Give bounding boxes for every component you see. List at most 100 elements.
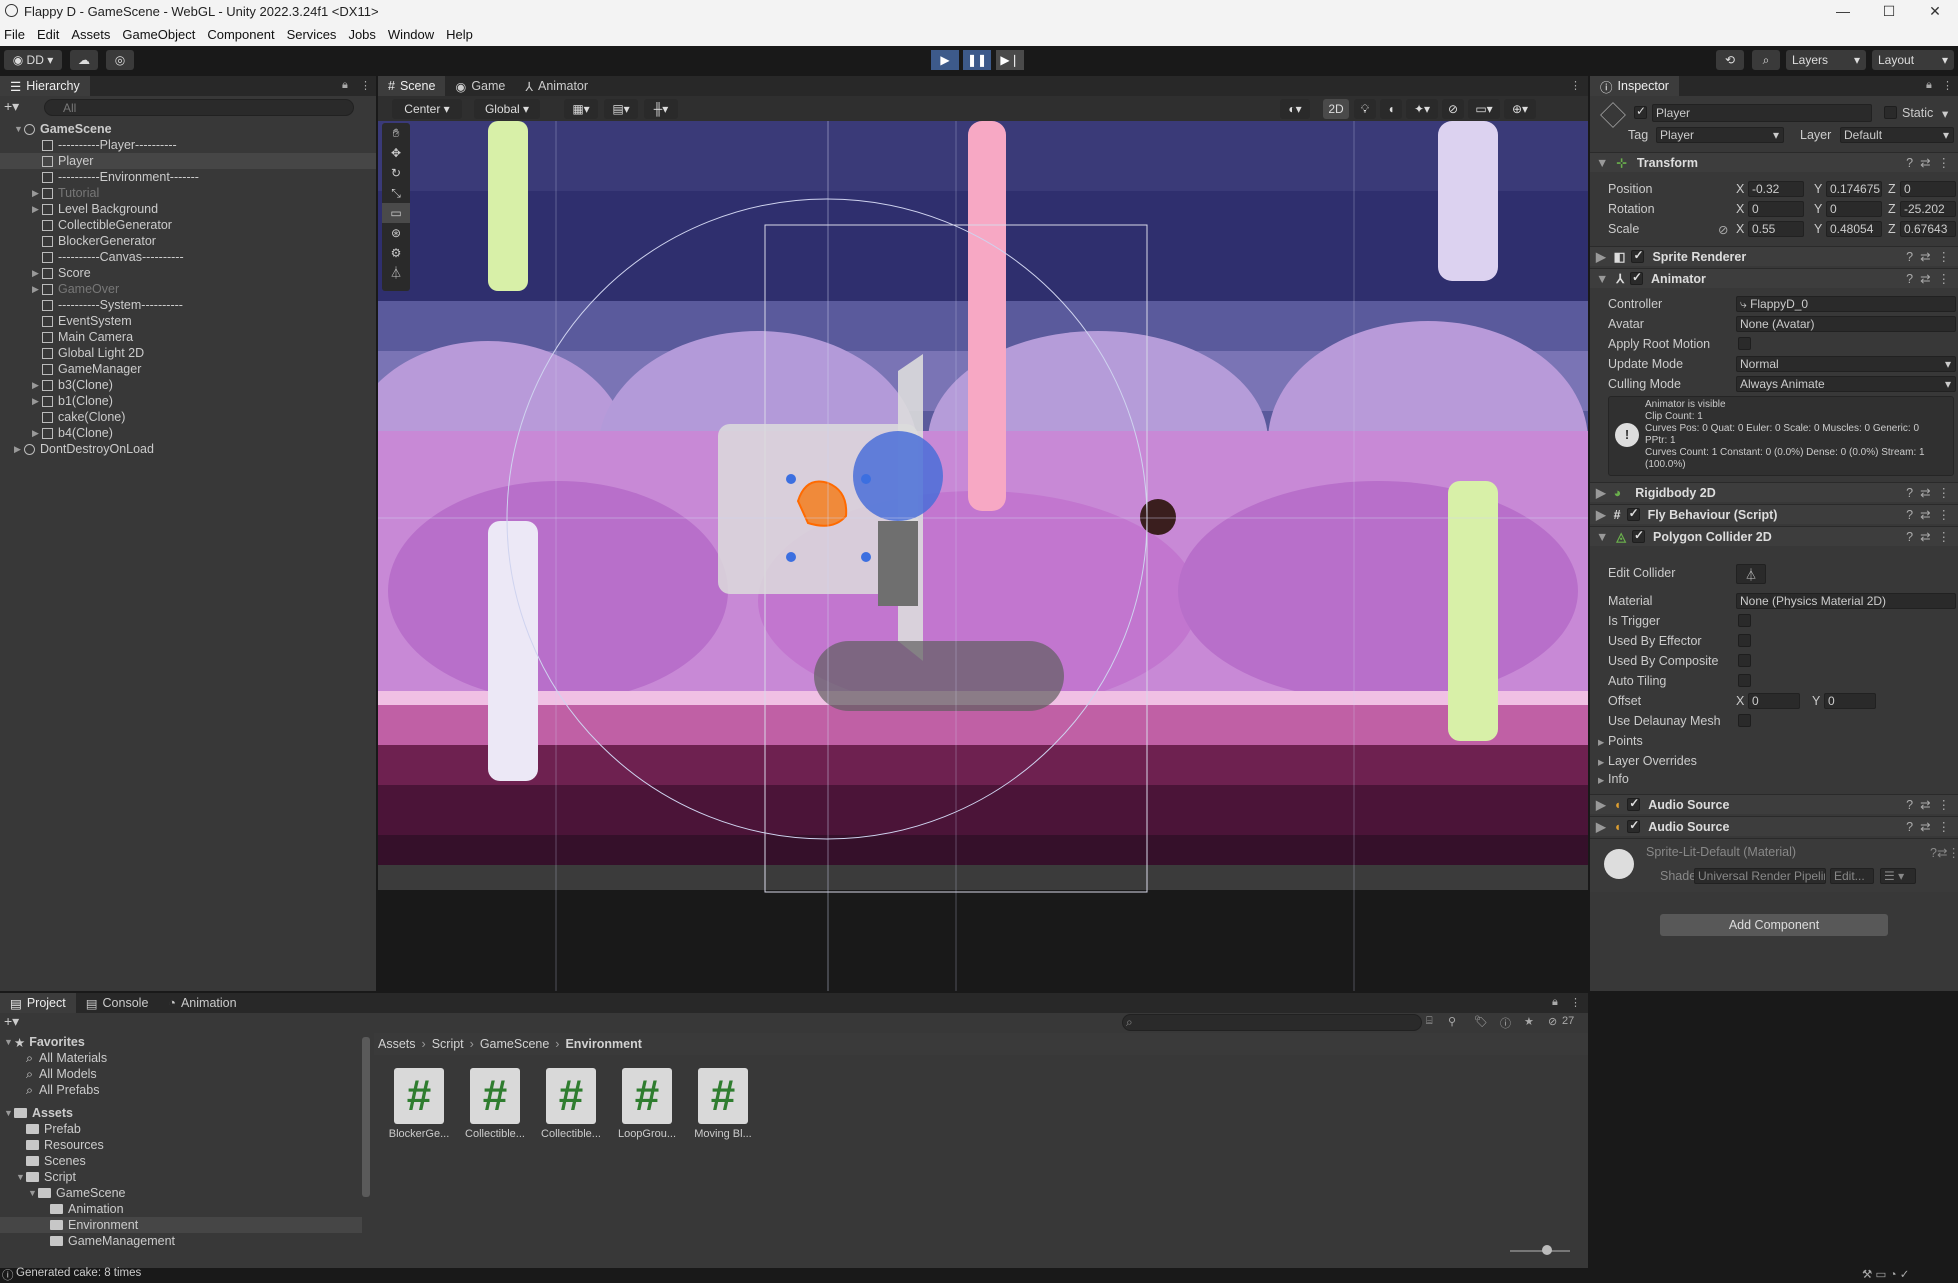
step-button[interactable]: ▶❘ (996, 50, 1024, 70)
used-by-effector-checkbox[interactable] (1738, 634, 1751, 647)
component-menu-icons[interactable]: ? ⇄ ⋮ (1906, 507, 1950, 522)
assets-header[interactable]: ▼ Assets (4, 1105, 73, 1121)
chevron-right-icon[interactable]: ▶ (32, 396, 42, 407)
hierarchy-item[interactable]: GameManager (0, 361, 376, 377)
active-checkbox[interactable] (1634, 104, 1647, 119)
hierarchy-item[interactable]: ▶ GameOver (0, 281, 376, 297)
close-button[interactable]: ✕ (1912, 0, 1958, 22)
lock-icon[interactable]: 🔒︎ (1926, 79, 1932, 92)
physics-material-field[interactable]: None (Physics Material 2D) (1736, 593, 1956, 609)
points-expand-icon[interactable]: ▸ (1598, 734, 1604, 749)
zoom-slider[interactable] (1510, 1250, 1570, 1252)
effects-icon[interactable]: ✦▾ (1406, 99, 1438, 119)
breadcrumb-gamescene[interactable]: GameScene (480, 1037, 549, 1051)
chevron-right-icon[interactable]: ▶ (32, 284, 42, 295)
lock-icon[interactable]: 🔒︎ (1552, 996, 1558, 1009)
scale-x-field[interactable]: 0.55 (1748, 221, 1804, 237)
hierarchy-item[interactable]: ▶ Score (0, 265, 376, 281)
shader-options-dropdown[interactable]: ☰ ▾ (1880, 868, 1916, 884)
chevron-down-icon[interactable]: ▼ (14, 124, 24, 134)
grid-snap-icon[interactable]: ▦▾ (564, 99, 598, 119)
gizmos-icon[interactable]: ⊕▾ (1504, 99, 1536, 119)
favorite-star-icon[interactable]: ★ (1524, 1015, 1534, 1028)
component-menu-icons[interactable]: ? ⇄ ⋮ (1906, 155, 1950, 170)
chevron-right-icon[interactable]: ▶ (32, 380, 42, 391)
increment-snap-icon[interactable]: ╫▾ (644, 99, 678, 119)
favorite-all-materials[interactable]: ⌕ All Materials (26, 1050, 107, 1066)
menu-help[interactable]: Help (440, 27, 479, 42)
audio-icon[interactable]: ◖ (1380, 99, 1402, 119)
tab-animator[interactable]: ⅄ Animator (515, 76, 598, 96)
breadcrumb-assets[interactable]: Assets (378, 1037, 416, 1051)
menu-file[interactable]: File (0, 27, 31, 42)
culling-mode-dropdown[interactable]: Always Animate ▾ (1736, 376, 1956, 392)
add-button[interactable]: +▾ (4, 98, 32, 116)
audio-source-2-checkbox[interactable] (1627, 818, 1641, 833)
breadcrumb-script[interactable]: Script (432, 1037, 464, 1051)
position-z-field[interactable]: 0 (1900, 181, 1956, 197)
hierarchy-item[interactable]: ----------Canvas---------- (0, 249, 376, 265)
asset-item[interactable]: # BlockerGe... (384, 1068, 454, 1140)
asset-item[interactable]: # Collectible... (536, 1068, 606, 1140)
menu-gameobject[interactable]: GameObject (116, 27, 201, 42)
scene-viewport[interactable]: ✋︎ ✥ ↻ ⤡ ▭ ⊛ ⚙ ⏃ (378, 121, 1588, 991)
tag-dropdown[interactable]: Player ▾ (1656, 127, 1784, 143)
sprite-renderer-checkbox[interactable] (1631, 248, 1645, 263)
material-menu-icons[interactable]: ?⇄⋮ (1930, 845, 1958, 860)
rotation-z-field[interactable]: -25.202 (1900, 201, 1956, 217)
favorites-header[interactable]: ▼ ★ Favorites (4, 1034, 85, 1050)
log-icon[interactable]: ⓘ (1500, 1015, 1511, 1031)
delaunay-checkbox[interactable] (1738, 714, 1751, 727)
tab-animation[interactable]: ◔ Animation (158, 993, 246, 1013)
polygon-collider-header[interactable]: ▼◬ Polygon Collider 2D ? ⇄ ⋮ (1590, 526, 1958, 546)
shader-dropdown[interactable]: Universal Render Pipeline/▾ (1694, 868, 1826, 884)
grid-visibility-icon[interactable]: ▤▾ (604, 99, 638, 119)
hierarchy-item[interactable]: ▶ b4(Clone) (0, 425, 376, 441)
hierarchy-item[interactable]: ----------Environment------- (0, 169, 376, 185)
rotate-tool-icon[interactable]: ↻ (382, 163, 410, 183)
search-by-label-icon[interactable]: 🏷︎ (1474, 1015, 1488, 1028)
layer-overrides-foldout[interactable]: Layer Overrides (1608, 754, 1697, 768)
scale-z-field[interactable]: 0.67643 (1900, 221, 1956, 237)
search-icon[interactable]: ⌕ (1752, 50, 1780, 70)
more-icon[interactable]: ⋮ (360, 79, 371, 92)
history-icon[interactable]: ⟲ (1716, 50, 1744, 70)
cloud-icon[interactable]: ☁ (70, 50, 98, 70)
hierarchy-item[interactable]: EventSystem (0, 313, 376, 329)
menu-assets[interactable]: Assets (65, 27, 116, 42)
component-menu-icons[interactable]: ? ⇄ ⋮ (1906, 249, 1950, 264)
audio-source-1-checkbox[interactable] (1627, 796, 1641, 811)
component-menu-icons[interactable]: ? ⇄ ⋮ (1906, 529, 1950, 544)
asset-item[interactable]: # LoopGrou... (612, 1068, 682, 1140)
project-folder-item[interactable]: Scenes (0, 1153, 362, 1169)
auto-tiling-checkbox[interactable] (1738, 674, 1751, 687)
add-component-button[interactable]: Add Component (1660, 914, 1888, 936)
animator-header[interactable]: ▼⅄ Animator ? ⇄ ⋮ (1590, 268, 1958, 288)
rect-tool-icon[interactable]: ▭ (382, 203, 410, 223)
menu-jobs[interactable]: Jobs (342, 27, 381, 42)
filter-by-type-icon[interactable]: ⌸ (1426, 1015, 1433, 1028)
menu-window[interactable]: Window (382, 27, 440, 42)
layer-dropdown[interactable]: Default ▾ (1840, 127, 1954, 143)
layer-overrides-expand-icon[interactable]: ▸ (1598, 754, 1604, 769)
tab-console[interactable]: ▤ Console (76, 993, 159, 1013)
maximize-button[interactable]: ☐ (1866, 0, 1912, 22)
is-trigger-checkbox[interactable] (1738, 614, 1751, 627)
transform-tool-icon[interactable]: ⊛ (382, 223, 410, 243)
space-dropdown[interactable]: Global ▾ (474, 99, 540, 119)
chevron-down-icon[interactable]: ▼ (28, 1188, 38, 1198)
tab-hierarchy[interactable]: ☰ Hierarchy (0, 76, 90, 96)
project-folder-item[interactable]: ▼ Script (0, 1169, 362, 1185)
polygon-collider-checkbox[interactable] (1632, 528, 1645, 543)
hierarchy-item[interactable]: ▶ Level Background (0, 201, 376, 217)
project-folder-item[interactable]: Prefab (0, 1121, 362, 1137)
scale-y-field[interactable]: 0.48054 (1826, 221, 1882, 237)
component-menu-icons[interactable]: ? ⇄ ⋮ (1906, 819, 1950, 834)
edit-collider-button[interactable]: ⏃ (1736, 564, 1766, 584)
edit-collider-tool-icon[interactable]: ⏃ (382, 263, 410, 283)
chevron-down-icon[interactable]: ▼ (16, 1172, 26, 1182)
hierarchy-item[interactable]: ▼ GameScene (0, 121, 376, 137)
lock-icon[interactable]: 🔒︎ (342, 79, 348, 92)
points-foldout[interactable]: Points (1608, 734, 1643, 748)
hierarchy-item[interactable]: Global Light 2D (0, 345, 376, 361)
